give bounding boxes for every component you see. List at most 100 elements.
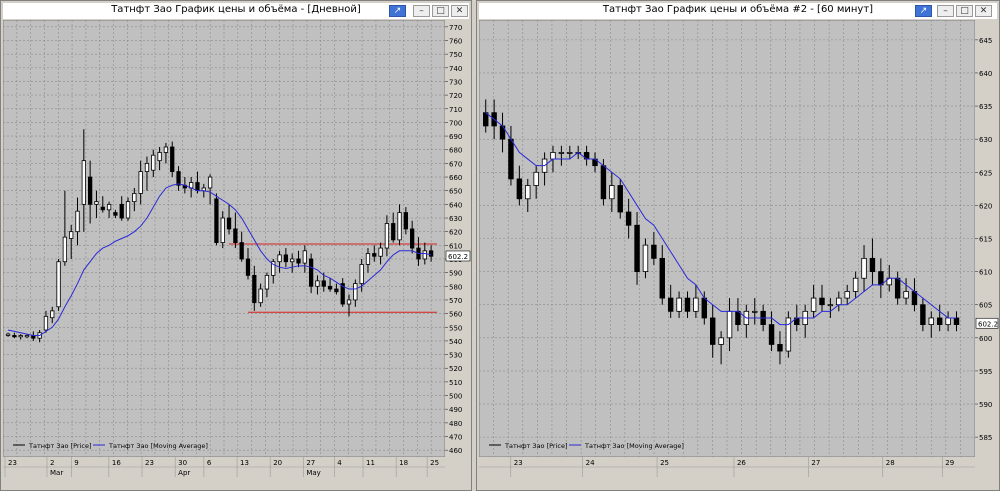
candle-body — [525, 185, 531, 200]
candle-body — [125, 201, 131, 219]
candle-body — [422, 250, 427, 260]
candle-body — [245, 258, 251, 276]
candle-body — [920, 304, 926, 325]
price-axis-label: 630 — [449, 215, 462, 223]
candle-body — [220, 217, 225, 243]
month-label: Apr — [178, 469, 190, 477]
candle-body — [861, 257, 867, 279]
price-axis-label: 595 — [979, 368, 992, 376]
candle-body — [321, 280, 326, 287]
candle-body — [12, 335, 17, 338]
candle-body — [625, 211, 632, 226]
candle-body — [936, 317, 943, 325]
candle-body — [296, 258, 301, 264]
day-label: 18 — [399, 459, 408, 467]
day-label: 20 — [273, 459, 282, 467]
candle-body — [100, 206, 105, 211]
price-axis-label: 645 — [979, 37, 992, 45]
day-label: 26 — [737, 459, 746, 467]
price-axis-label: 700 — [449, 119, 462, 127]
candle-body — [94, 201, 99, 205]
price-axis-label: 560 — [449, 311, 462, 319]
close-icon[interactable]: ✕ — [975, 5, 992, 17]
candle-body — [372, 253, 377, 257]
candle-body — [709, 317, 716, 345]
price-axis-label: 760 — [449, 37, 462, 45]
candle-body — [827, 304, 834, 307]
month-label: Mar — [50, 469, 63, 477]
candle-body — [928, 317, 934, 325]
price-axis-label: 620 — [449, 229, 462, 237]
candle-body — [309, 258, 314, 287]
candle-body — [365, 253, 371, 265]
price-axis-label: 620 — [979, 202, 992, 210]
price-axis-label: 570 — [449, 297, 462, 305]
hourly-price-chart[interactable]: 645 640 635 630 625 620 615 610 605 600 595 590 585 6… — [479, 20, 999, 489]
candle-body — [239, 242, 244, 260]
day-label: 30 — [178, 459, 187, 467]
title-bar[interactable]: Татнфт Зао График цены и объёма - [Дневн… — [3, 3, 469, 19]
candle-body — [5, 333, 11, 336]
candle-body — [207, 176, 213, 189]
candle-body — [144, 162, 150, 172]
maximize-icon[interactable]: □ — [432, 5, 449, 17]
candle-body — [667, 297, 674, 312]
candle-body — [327, 285, 333, 290]
candle-body — [911, 291, 918, 306]
candle-body — [75, 210, 80, 233]
candle-body — [693, 297, 699, 312]
title-bar[interactable]: Татнфт Зао График цены и объёма #2 - [60… — [479, 3, 997, 19]
daily-price-chart[interactable]: 770 760 750 740 730 720 710 700 690 680 670 660 650 6… — [3, 20, 471, 489]
candle-body — [252, 274, 257, 304]
candle-body — [609, 185, 615, 200]
candle-body — [113, 212, 118, 216]
price-axis-label: 710 — [449, 106, 462, 114]
candle-body — [353, 283, 358, 301]
hourly-chart-window: Татнфт Зао График цены и объёма #2 - [60… — [476, 0, 1000, 491]
candle-body — [157, 152, 162, 162]
candle-body — [726, 310, 733, 339]
last-price-label: 602.2 — [978, 320, 998, 328]
candle-body — [264, 274, 270, 290]
price-axis-label: 660 — [449, 174, 462, 182]
candle-body — [315, 280, 320, 287]
month-label: May — [306, 469, 320, 477]
candle-body — [836, 297, 842, 306]
candle-body — [634, 224, 640, 273]
price-axis-label: 550 — [449, 324, 462, 332]
day-label: 6 — [207, 459, 212, 467]
pin-icon[interactable]: ↗ — [915, 5, 932, 17]
price-axis-label: 470 — [449, 434, 462, 442]
candle-body — [176, 171, 181, 186]
price-axis-label: 590 — [449, 270, 462, 278]
day-label: 13 — [240, 459, 249, 467]
candle-body — [283, 254, 289, 263]
maximize-icon[interactable]: □ — [956, 5, 973, 17]
candle-body — [945, 317, 951, 325]
day-label: 11 — [366, 459, 375, 467]
candle-body — [558, 152, 565, 154]
price-axis-label: 670 — [449, 160, 462, 168]
minimize-icon[interactable]: – — [937, 5, 954, 17]
candle-body — [170, 146, 175, 172]
candle-body — [403, 212, 408, 230]
close-icon[interactable]: ✕ — [451, 5, 468, 17]
time-axis-panel — [479, 457, 975, 489]
day-label: 23 — [514, 459, 523, 467]
candle-body — [533, 171, 539, 186]
minimize-icon[interactable]: – — [413, 5, 430, 17]
candle-body — [214, 198, 219, 243]
candle-body — [567, 152, 573, 154]
candle-body — [701, 297, 708, 319]
candle-body — [642, 244, 649, 273]
candle-body — [410, 228, 415, 249]
price-axis-label: 520 — [449, 365, 462, 373]
candle-body — [334, 288, 339, 293]
price-axis-label: 615 — [979, 236, 992, 244]
day-label: 28 — [886, 459, 895, 467]
candle-body — [810, 297, 817, 312]
price-axis-label: 610 — [449, 242, 462, 250]
candle-body — [106, 203, 112, 211]
candle-body — [550, 152, 556, 160]
pin-icon[interactable]: ↗ — [389, 5, 406, 17]
